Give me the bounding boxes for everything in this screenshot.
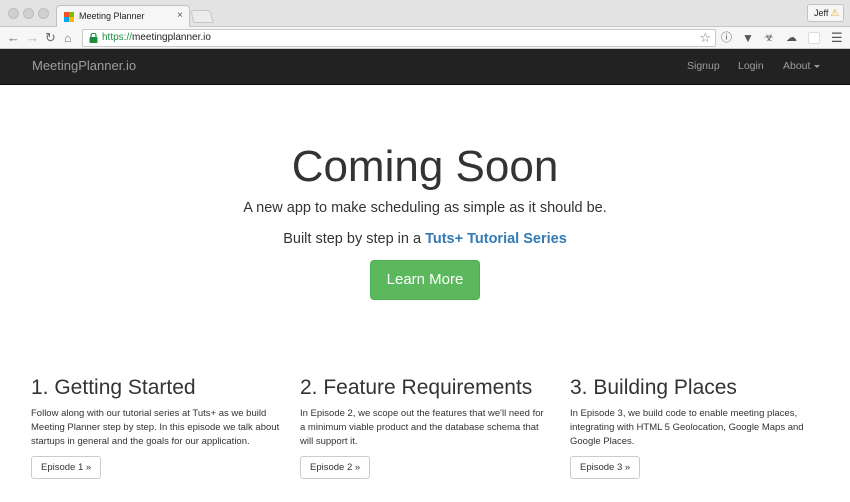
caret-down-icon [814,64,821,68]
nav-about-label: About [783,60,811,72]
url-scheme: https:// [102,32,133,43]
pocket-icon[interactable]: ▼ [742,30,754,46]
column-feature-requirements: 2. Feature Requirements In Episode 2, we… [300,376,550,479]
window-minimize-button[interactable] [23,8,34,19]
column-title: 3. Building Places [570,376,737,399]
warning-icon: ⚠ [830,8,840,19]
window-zoom-button[interactable] [38,8,49,19]
back-arrow-icon[interactable]: ← [7,29,20,47]
tab-title: Meeting Planner [79,11,145,21]
profile-name: Jeff [814,8,829,18]
tutorial-series-link[interactable]: Tuts+ Tutorial Series [425,231,567,247]
extension-icon-3[interactable] [808,32,820,44]
browser-tab-bar: Meeting Planner × Jeff ⚠ [0,0,850,28]
learn-more-button[interactable]: Learn More [370,260,480,300]
url-text: https://meetingplanner.io [102,32,211,43]
menu-icon[interactable]: ☰ [831,30,843,46]
column-text: In Episode 2, we scope out the features … [300,408,544,447]
site-navbar: MeetingPlanner.io Signup Login About [0,49,850,85]
reload-icon[interactable]: ↻ [45,29,56,47]
column-getting-started: 1. Getting Started Follow along with our… [31,376,281,479]
nav-about-dropdown[interactable]: About [783,60,821,72]
nav-signup-link[interactable]: Signup [687,60,720,72]
tab-close-icon[interactable]: × [177,10,183,21]
episode-3-button[interactable]: Episode 3 » [570,456,641,479]
hero-series-text: Built step by step in a Tuts+ Tutorial S… [0,231,850,247]
column-text: In Episode 3, we build code to enable me… [570,408,804,447]
hero-title: Coming Soon [291,142,559,191]
info-icon[interactable]: ⓘ [721,30,732,46]
url-host: meetingplanner.io [132,32,211,43]
lock-icon [89,33,98,43]
favicon-icon [64,12,74,22]
forward-arrow-icon[interactable]: → [26,29,39,47]
browser-toolbar: ← → ↻ ⌂ https://meetingplanner.io ☆ ⓘ ▼ … [0,27,850,49]
window-close-button[interactable] [8,8,19,19]
extension-icon-2[interactable]: ☁ [786,30,797,46]
column-building-places: 3. Building Places In Episode 3, we buil… [570,376,820,479]
home-icon[interactable]: ⌂ [64,29,71,47]
hero-lead: A new app to make scheduling as simple a… [243,200,607,216]
nav-login-link[interactable]: Login [738,60,764,72]
brand-link[interactable]: MeetingPlanner.io [32,58,136,73]
star-icon[interactable]: ☆ [699,30,711,46]
extension-icon-1[interactable]: ☣ [764,30,774,46]
column-title: 2. Feature Requirements [300,376,533,399]
address-bar[interactable]: https://meetingplanner.io ☆ [82,29,716,47]
new-tab-button[interactable] [190,10,214,23]
column-title: 1. Getting Started [31,376,196,399]
profile-button[interactable]: Jeff ⚠ [807,4,844,22]
column-text: Follow along with our tutorial series at… [31,408,280,447]
browser-tab-meeting-planner[interactable]: Meeting Planner × [56,5,190,28]
episode-2-button[interactable]: Episode 2 » [300,456,371,479]
episode-1-button[interactable]: Episode 1 » [31,456,102,479]
hero-series-prefix: Built step by step in a [283,231,426,247]
